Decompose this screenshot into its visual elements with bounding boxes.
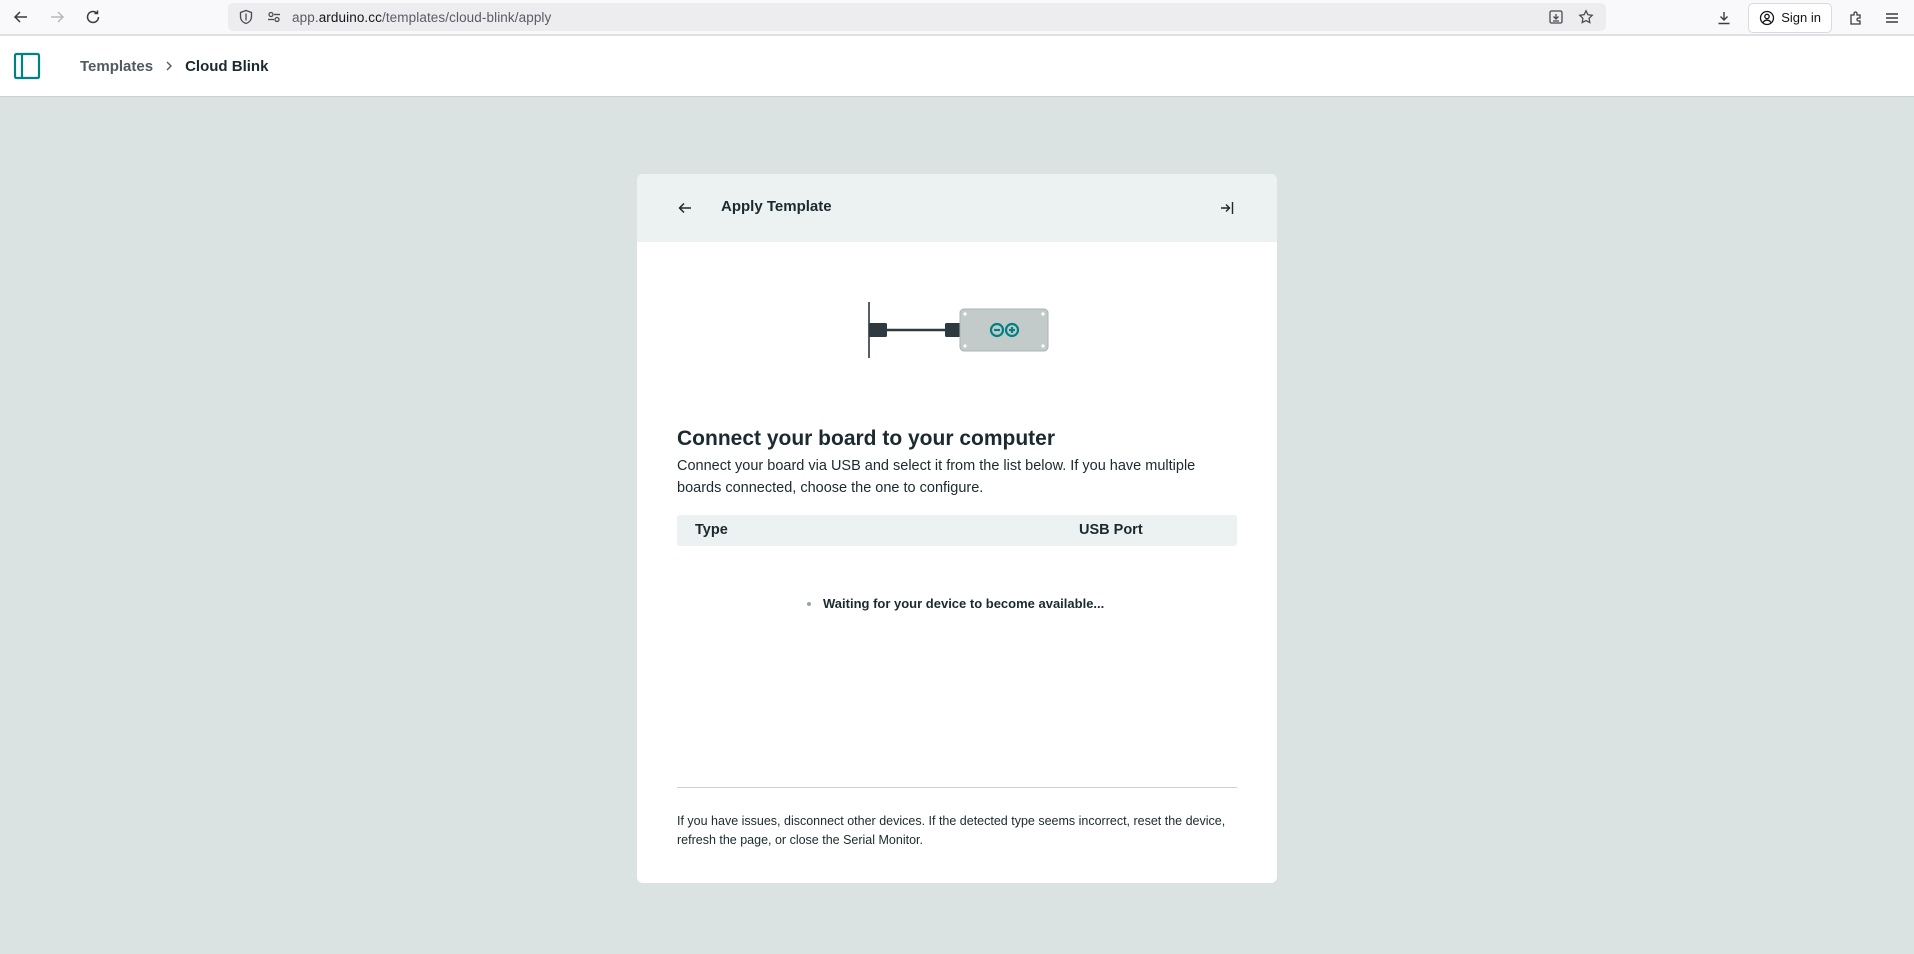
reload-icon bbox=[86, 10, 100, 24]
breadcrumb: Templates Cloud Blink bbox=[80, 58, 268, 75]
permissions-icon bbox=[268, 11, 280, 23]
address-bar[interactable]: app.arduino.cc/templates/cloud-blink/app… bbox=[228, 3, 1606, 31]
footer-divider bbox=[677, 787, 1237, 788]
reload-button[interactable] bbox=[75, 0, 111, 35]
board-usb-illustration bbox=[868, 302, 1049, 358]
column-header-type: Type bbox=[695, 522, 728, 538]
account-icon bbox=[1760, 10, 1775, 25]
card-header: Apply Template bbox=[637, 174, 1277, 242]
waiting-text: Waiting for your device to become availa… bbox=[823, 596, 1105, 611]
bookmark-button[interactable] bbox=[1572, 3, 1600, 31]
connect-board-heading: Connect your board to your computer bbox=[677, 427, 1056, 450]
shield-icon bbox=[239, 9, 253, 25]
star-icon bbox=[1578, 9, 1594, 24]
sidebar-toggle-button[interactable] bbox=[12, 51, 42, 81]
column-header-usb-port: USB Port bbox=[1079, 522, 1143, 538]
hamburger-menu-icon bbox=[1886, 12, 1898, 23]
breadcrumb-current: Cloud Blink bbox=[185, 57, 269, 75]
sign-in-button[interactable]: Sign in bbox=[1748, 2, 1832, 33]
save-page-button[interactable] bbox=[1542, 3, 1570, 31]
forward-nav-button[interactable] bbox=[39, 0, 75, 35]
apply-template-card: Apply Template Connect your board to you… bbox=[637, 174, 1277, 883]
troubleshooting-note: If you have issues, disconnect other dev… bbox=[677, 814, 1226, 847]
loading-spinner-icon bbox=[807, 601, 811, 606]
toolbar-right: Sign in bbox=[1706, 0, 1914, 35]
card-title: Apply Template bbox=[721, 198, 832, 215]
card-back-button[interactable] bbox=[675, 198, 695, 218]
browser-toolbar: app.arduino.cc/templates/cloud-blink/app… bbox=[0, 0, 1914, 35]
back-nav-button[interactable] bbox=[3, 0, 39, 35]
url-host: arduino.cc bbox=[318, 9, 382, 25]
arrow-left-icon bbox=[13, 11, 27, 23]
chevron-right-icon bbox=[163, 60, 175, 72]
sign-in-label: Sign in bbox=[1781, 10, 1821, 25]
download-icon bbox=[1718, 11, 1730, 24]
url-path: /templates/cloud-blink/apply bbox=[381, 9, 552, 25]
url-text: app.arduino.cc/templates/cloud-blink/app… bbox=[292, 10, 551, 25]
exit-button[interactable] bbox=[1217, 198, 1237, 218]
site-shield-button[interactable] bbox=[232, 3, 260, 31]
puzzle-icon bbox=[1850, 10, 1861, 25]
address-bar-actions bbox=[1542, 3, 1600, 31]
arrow-right-icon bbox=[51, 11, 65, 23]
url-prefix: app. bbox=[292, 9, 319, 25]
breadcrumb-templates-link[interactable]: Templates bbox=[80, 58, 153, 75]
app-header: Templates Cloud Blink bbox=[0, 36, 1914, 97]
save-to-pocket-icon bbox=[1549, 10, 1563, 24]
device-table-header: Type USB Port bbox=[677, 515, 1237, 546]
arrow-left-icon bbox=[678, 202, 691, 214]
connect-board-description: Connect your board via USB and select it… bbox=[677, 458, 1196, 496]
sidebar-toggle-icon bbox=[13, 52, 41, 80]
exit-icon bbox=[1221, 202, 1234, 214]
site-permissions-button[interactable] bbox=[260, 3, 288, 31]
extensions-button[interactable] bbox=[1838, 0, 1874, 35]
waiting-status: Waiting for your device to become availa… bbox=[807, 596, 1104, 611]
downloads-button[interactable] bbox=[1706, 0, 1742, 35]
app-menu-button[interactable] bbox=[1874, 0, 1910, 35]
